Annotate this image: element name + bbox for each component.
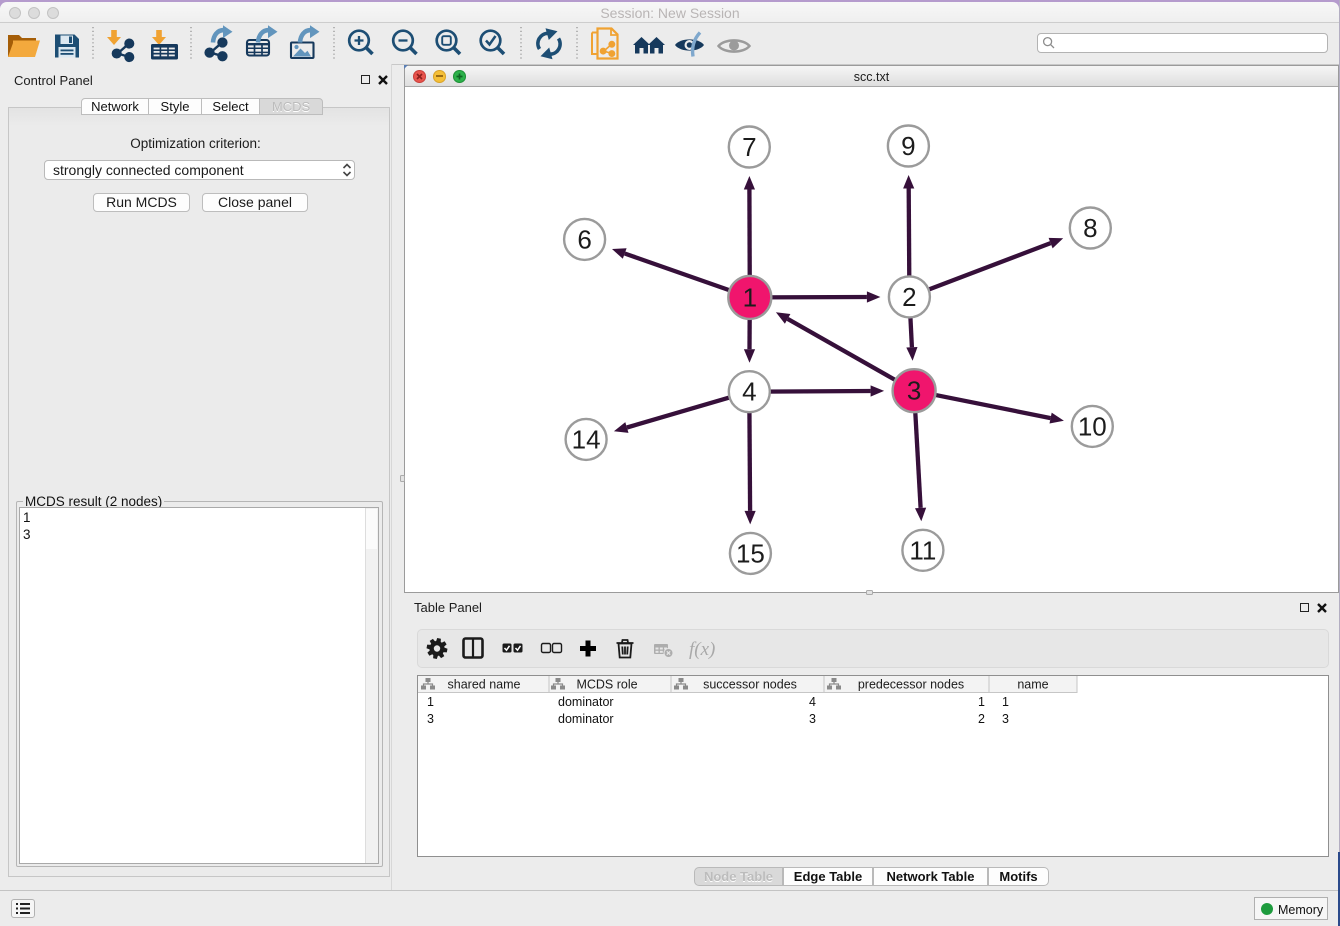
svg-text:shared name: shared name xyxy=(448,678,521,692)
svg-text:name: name xyxy=(1017,678,1048,692)
svg-text:predecessor nodes: predecessor nodes xyxy=(858,678,964,692)
svg-text:f(x): f(x) xyxy=(689,639,715,660)
svg-text:6: 6 xyxy=(577,224,591,254)
svg-text:3: 3 xyxy=(1002,712,1009,726)
svg-text:7: 7 xyxy=(742,132,756,162)
svg-text:14: 14 xyxy=(572,424,601,454)
svg-text:2: 2 xyxy=(978,712,985,726)
svg-text:2: 2 xyxy=(902,282,916,312)
svg-text:successor nodes: successor nodes xyxy=(703,678,797,692)
svg-text:1: 1 xyxy=(427,695,434,709)
svg-text:9: 9 xyxy=(901,131,915,161)
svg-text:3: 3 xyxy=(427,712,434,726)
svg-text:3: 3 xyxy=(809,712,816,726)
svg-text:10: 10 xyxy=(1078,411,1107,441)
svg-text:1: 1 xyxy=(743,282,757,312)
svg-text:1: 1 xyxy=(978,695,985,709)
svg-text:15: 15 xyxy=(736,538,765,568)
svg-text:dominator: dominator xyxy=(558,695,614,709)
svg-text:dominator: dominator xyxy=(558,712,614,726)
svg-text:11: 11 xyxy=(909,535,936,565)
svg-text:3: 3 xyxy=(907,376,921,406)
svg-text:1: 1 xyxy=(1002,695,1009,709)
svg-text:4: 4 xyxy=(809,695,816,709)
svg-text:MCDS role: MCDS role xyxy=(576,678,637,692)
svg-text:8: 8 xyxy=(1083,213,1097,243)
svg-text:4: 4 xyxy=(742,377,756,407)
